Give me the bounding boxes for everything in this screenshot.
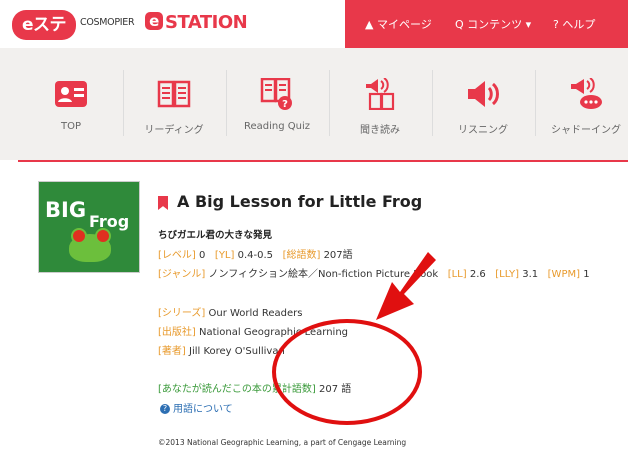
copyright-text: ©2013 National Geographic Learning, a pa… [158, 438, 407, 447]
author-row: [著者] Jill Korey O'Sullivan [158, 342, 285, 357]
series-value: Our World Readers [208, 308, 303, 319]
content-menu: TOP リーディング ? Reading Quiz 聞き読み リスニング シャド… [0, 48, 628, 160]
nav-contents[interactable]: Q コンテンツ ▾ [455, 16, 531, 32]
yl-value: 0.4-0.5 [237, 250, 274, 261]
genre-key: [ジャンル] [158, 269, 206, 280]
book-subtitle: ちびガエル君の大きな発見 [158, 230, 273, 241]
terms-help-link[interactable]: ? 用語について [160, 400, 233, 415]
wpm-key: [WPM] [547, 269, 581, 280]
ll-key: [LL] [447, 269, 467, 280]
speaking-icon [571, 78, 602, 109]
author-value: Jill Korey O'Sullivan [189, 346, 285, 357]
nav-mypage[interactable]: ▲ マイページ [365, 16, 432, 32]
menu-reading[interactable]: リーディング [123, 48, 225, 160]
help-icon: ? [160, 404, 170, 414]
menu-top[interactable]: TOP [20, 48, 122, 160]
e-ste-logo[interactable]: eステ [12, 10, 76, 40]
menu-reading-quiz[interactable]: ? Reading Quiz [226, 48, 328, 160]
terms-help-label: 用語について [173, 404, 233, 415]
menu-shadowing-label: シャドーイング [551, 125, 621, 136]
top-nav: ▲ マイページ Q コンテンツ ▾ ? ヘルプ [345, 0, 628, 48]
ll-value: 2.6 [469, 269, 486, 280]
speaker-icon [468, 81, 499, 107]
menu-top-label: TOP [60, 121, 81, 132]
lly-key: [LLY] [495, 269, 520, 280]
open-book-icon [157, 80, 191, 108]
level-row: [レベル] 0 [YL] 0.4-0.5 [総語数] 207語 [158, 246, 353, 261]
estation-e-icon: e [145, 12, 163, 30]
publisher-key: [出版社] [158, 327, 196, 338]
book-quiz-icon: ? [260, 78, 292, 110]
annotation-circle [272, 319, 422, 425]
level-key: [レベル] [158, 250, 196, 261]
brand-text: COSMOPIER [80, 17, 135, 28]
section-divider [18, 160, 628, 162]
series-row: [シリーズ] Our World Readers [158, 304, 302, 319]
estation-logo[interactable]: e STATION [145, 12, 248, 33]
estation-text: STATION [165, 12, 248, 33]
menu-listen-read-label: 聞き読み [360, 125, 400, 136]
book-cover: BIG Frog [38, 181, 140, 273]
menu-listening-label: リスニング [458, 125, 508, 136]
menu-listen-read[interactable]: 聞き読み [329, 48, 431, 160]
menu-reading-quiz-label: Reading Quiz [243, 121, 310, 132]
header: eステ COSMOPIER e STATION ▲ マイページ Q コンテンツ ▾… [0, 0, 628, 48]
audio-book-icon [366, 78, 395, 110]
cover-title-big: BIG [45, 198, 87, 222]
lly-value: 3.1 [522, 269, 539, 280]
wpm-value: 1 [583, 269, 590, 280]
bookmark-icon[interactable] [158, 196, 168, 210]
frog-eye [71, 228, 87, 244]
menu-reading-label: リーディング [144, 125, 204, 136]
book-title: A Big Lesson for Little Frog [177, 192, 423, 211]
annotation-arrow-icon [376, 252, 436, 320]
series-key: [シリーズ] [158, 308, 206, 319]
svg-text:?: ? [282, 99, 288, 110]
cover-title-frog: Frog [89, 212, 130, 231]
word-count-value: 207語 [323, 250, 353, 261]
frog-eye [95, 228, 111, 244]
id-card-icon [55, 81, 87, 107]
nav-help[interactable]: ? ヘルプ [553, 16, 595, 32]
menu-listening[interactable]: リスニング [432, 48, 534, 160]
menu-shadowing[interactable]: シャドーイング [535, 48, 628, 160]
level-value: 0 [199, 250, 206, 261]
author-key: [著者] [158, 346, 186, 357]
word-count-key: [総語数] [282, 250, 321, 261]
yl-key: [YL] [214, 250, 235, 261]
